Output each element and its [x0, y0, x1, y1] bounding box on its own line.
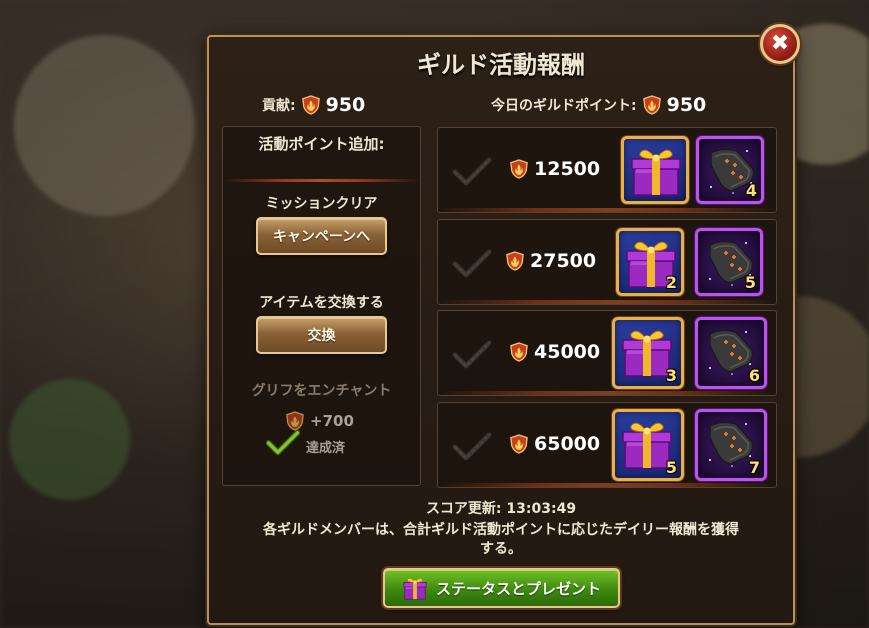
shield-flame-icon — [302, 95, 320, 115]
page-title: ギルド活動報酬 — [417, 51, 585, 79]
gift-box-icon — [402, 575, 428, 601]
tier-points-value: 65000 — [534, 433, 601, 455]
check-icon — [452, 156, 492, 188]
gift-reward[interactable]: 2 — [616, 228, 684, 296]
tier-points-value: 45000 — [534, 341, 601, 363]
check-icon — [266, 428, 300, 458]
shield-flame-icon — [643, 95, 661, 115]
tier-points-value: 12500 — [534, 158, 601, 180]
tier-points-value: 27500 — [530, 250, 597, 272]
check-icon — [452, 431, 492, 463]
reward-quantity: 4 — [745, 181, 757, 200]
shield-flame-icon — [510, 434, 528, 454]
divider — [223, 179, 420, 182]
reward-quantity: 6 — [748, 366, 760, 385]
tier-points: 12500 — [510, 158, 600, 180]
mission-label: ミッションクリア — [265, 196, 378, 212]
reward-tier-4: 65000 5 7 — [437, 402, 777, 488]
reward-quantity: 3 — [665, 366, 677, 385]
close-icon: ✖ — [770, 31, 790, 56]
status-and-gift-button[interactable]: ステータスとプレゼント — [383, 568, 620, 608]
glyph-reward[interactable]: 6 — [695, 317, 767, 389]
shield-flame-icon — [510, 159, 528, 179]
glyph-reward[interactable]: 7 — [695, 409, 767, 481]
activity-points-header: 活動ポイント追加: — [258, 135, 385, 153]
today-points-stat: 今日のギルドポイント: 950 — [491, 94, 706, 116]
reward-tier-2: 27500 2 5 — [437, 219, 777, 305]
contribution-stat: 貢献: 950 — [262, 94, 365, 116]
reward-quantity: 2 — [665, 273, 677, 292]
gift-reward[interactable] — [621, 136, 689, 204]
reward-tier-1: 12500 4 — [437, 127, 777, 213]
description-line-2: する。 — [480, 541, 522, 557]
glyph-reward[interactable]: 5 — [695, 228, 763, 296]
description-line-1: 各ギルドメンバーは、合計ギルド活動ポイントに応じたデイリー報酬を獲得 — [263, 522, 739, 538]
status-and-gift-label: ステータスとプレゼント — [435, 579, 601, 598]
reward-quantity: 5 — [665, 458, 677, 477]
today-points-value: 950 — [666, 94, 707, 116]
tier-points: 45000 — [510, 341, 600, 363]
reward-tier-3: 45000 3 6 — [437, 310, 777, 396]
check-icon — [452, 339, 492, 371]
gift-box-icon — [628, 143, 684, 199]
reward-quantity: 5 — [744, 273, 756, 292]
check-icon — [452, 248, 492, 280]
enchant-label: グリフをエンチャント — [251, 383, 392, 399]
shield-flame-icon — [510, 342, 528, 362]
enchant-status-text: 達成済 — [306, 440, 346, 456]
contribution-label: 貢献: — [262, 98, 296, 114]
score-update: スコア更新: 13:03:49 — [425, 501, 577, 517]
today-points-label: 今日のギルドポイント: — [491, 98, 637, 114]
contribution-value: 950 — [325, 94, 366, 116]
enchant-status: 達成済 — [266, 428, 345, 458]
shield-flame-icon — [506, 251, 524, 271]
gift-reward[interactable]: 5 — [612, 409, 684, 481]
gift-reward[interactable]: 3 — [612, 317, 684, 389]
glyph-reward[interactable]: 4 — [696, 136, 764, 204]
exchange-button[interactable]: 交換 — [256, 316, 387, 354]
close-button[interactable]: ✖ — [760, 24, 800, 64]
tier-points: 65000 — [510, 433, 600, 455]
reward-quantity: 7 — [748, 458, 760, 477]
tier-points: 27500 — [506, 250, 596, 272]
exchange-label: アイテムを交換する — [259, 295, 384, 311]
campaign-button[interactable]: キャンペーンへ — [256, 217, 387, 255]
